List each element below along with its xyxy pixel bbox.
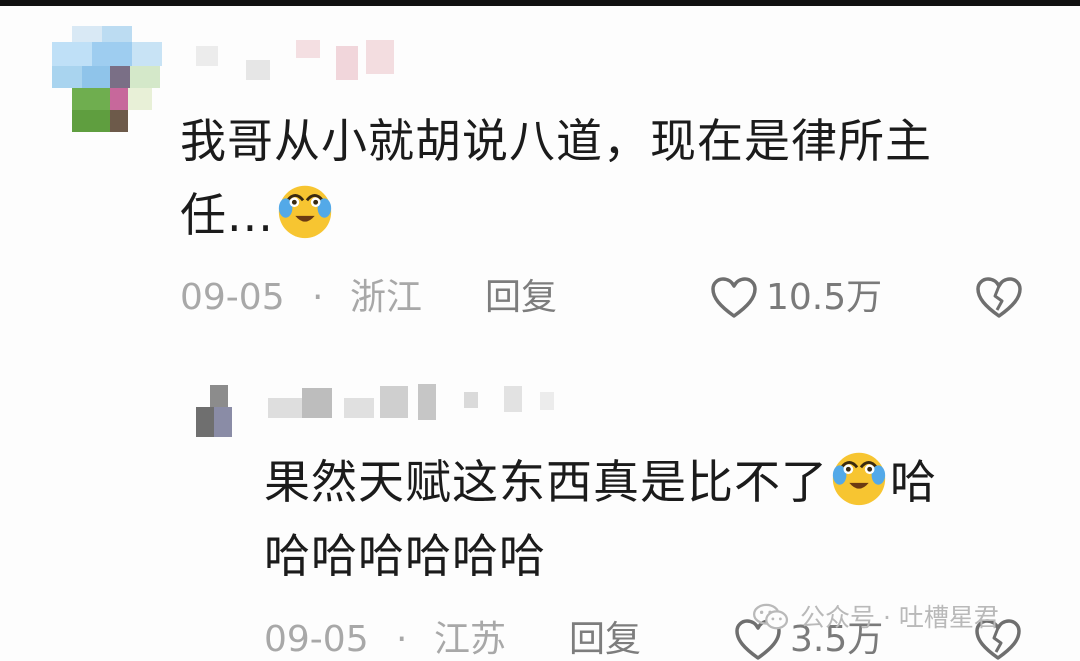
wechat-icon bbox=[753, 603, 789, 630]
comment-meta: 09-05 · 浙江 回复 10.5万 bbox=[180, 270, 1050, 326]
meta-separator: · bbox=[396, 619, 408, 660]
comment-line: 哈哈哈哈哈哈 bbox=[264, 529, 546, 583]
crying-laughing-emoji bbox=[278, 185, 332, 239]
meta-separator: · bbox=[312, 277, 324, 318]
comment-line: 任... bbox=[180, 178, 1040, 252]
like-count: 10.5万 bbox=[766, 277, 883, 318]
crying-laughing-emoji bbox=[832, 452, 886, 506]
comment-text: 我哥从小就胡说八道，现在是律所主 任... bbox=[180, 104, 1040, 252]
comment-line-text: 任... bbox=[180, 188, 274, 242]
avatar[interactable] bbox=[196, 385, 236, 437]
comment-location: 浙江 bbox=[350, 277, 423, 318]
username-blurred[interactable] bbox=[196, 40, 406, 84]
heart-outline-icon[interactable] bbox=[710, 276, 758, 320]
username-blurred[interactable] bbox=[268, 382, 558, 424]
watermark: 公众号 · 吐槽星君 bbox=[752, 598, 999, 638]
comment-line: 果然天赋这东西真是比不了 哈 bbox=[264, 445, 1064, 519]
comment-line-text: 哈 bbox=[890, 455, 937, 509]
broken-heart-icon[interactable] bbox=[975, 276, 1023, 320]
reply-button[interactable]: 回复 bbox=[485, 270, 557, 326]
avatar[interactable] bbox=[52, 26, 164, 136]
comment-line-text: 果然天赋这东西真是比不了 bbox=[264, 455, 828, 509]
comment-screenshot: 我哥从小就胡说八道，现在是律所主 任... 09-05 · 浙江 回复 10.5… bbox=[0, 0, 1080, 661]
top-bar bbox=[0, 0, 1080, 6]
comment-text: 果然天赋这东西真是比不了 哈 哈哈哈哈哈哈 bbox=[264, 445, 1064, 593]
comment-date: 09-05 bbox=[180, 277, 285, 318]
comment-date: 09-05 bbox=[264, 619, 369, 660]
watermark-text: 公众号 · 吐槽星君 bbox=[800, 603, 999, 632]
comment-location: 江苏 bbox=[434, 619, 507, 660]
comment-line: 我哥从小就胡说八道，现在是律所主 bbox=[180, 114, 932, 168]
reply-button[interactable]: 回复 bbox=[569, 612, 641, 661]
